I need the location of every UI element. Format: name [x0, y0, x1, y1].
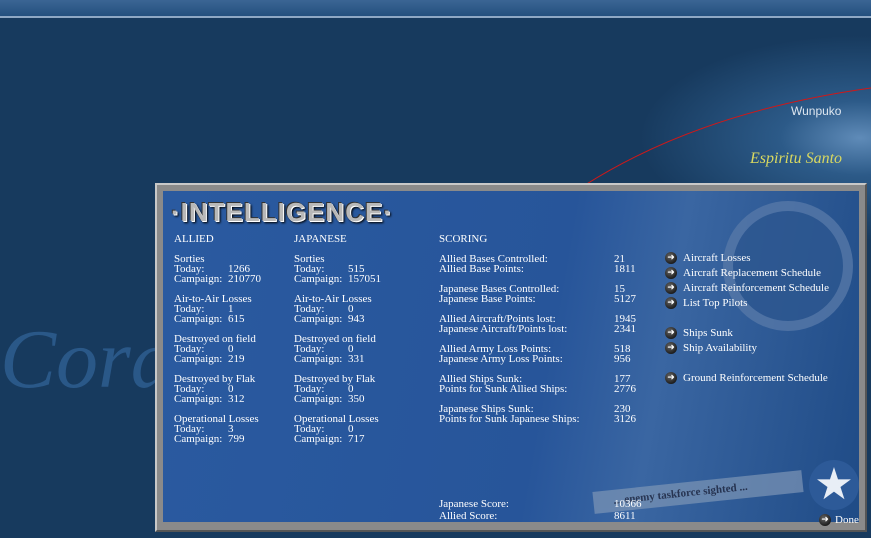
link-label: List Top Pilots: [683, 297, 748, 309]
map-label-wunpuko: Wunpuko: [791, 104, 842, 118]
japanese-campaign-value: 350: [348, 393, 365, 405]
done-button[interactable]: ➜ Done: [819, 514, 859, 526]
done-label: Done: [835, 514, 859, 526]
japanese-campaign-value: 331: [348, 353, 365, 365]
japanese-header: JAPANESE: [294, 233, 347, 245]
campaign-label: Campaign:: [174, 433, 223, 445]
japanese-campaign-value: 717: [348, 433, 365, 445]
score-value: 5127: [614, 293, 636, 305]
arrow-right-icon: ➜: [665, 267, 677, 279]
map-label-espiritu-santo: Espiritu Santo: [750, 150, 843, 167]
link-label: Ship Availability: [683, 342, 758, 354]
allied-campaign-value: 312: [228, 393, 245, 405]
campaign-label: Campaign:: [294, 273, 343, 285]
campaign-label: Campaign:: [294, 433, 343, 445]
japanese-score-label: Japanese Score:: [439, 498, 509, 510]
link-aircraft-losses[interactable]: ➜ Aircraft Losses: [665, 252, 751, 264]
intelligence-panel: ... enemy taskforce sighted ... ·INTELLI…: [155, 183, 867, 532]
link-ships-sunk[interactable]: ➜ Ships Sunk: [665, 327, 733, 339]
score-label: Points for Sunk Japanese Ships:: [439, 413, 580, 425]
score-value: 956: [614, 353, 631, 365]
allied-score-label: Allied Score:: [439, 510, 498, 522]
arrow-right-icon: ➜: [819, 514, 831, 526]
score-value: 2341: [614, 323, 636, 335]
allied-campaign-value: 219: [228, 353, 245, 365]
score-label: Japanese Base Points:: [439, 293, 536, 305]
score-label: Japanese Aircraft/Points lost:: [439, 323, 568, 335]
link-aircraft-replacement-schedule[interactable]: ➜ Aircraft Replacement Schedule: [665, 267, 821, 279]
campaign-label: Campaign:: [174, 393, 223, 405]
score-value: 2776: [614, 383, 636, 395]
score-value: 3126: [614, 413, 636, 425]
link-label: Aircraft Reinforcement Schedule: [683, 282, 829, 294]
score-label: Japanese Army Loss Points:: [439, 353, 563, 365]
allied-score-value: 8611: [614, 510, 636, 522]
compass-decoration: [723, 201, 853, 331]
campaign-label: Campaign:: [174, 313, 223, 325]
allied-header: ALLIED: [174, 233, 214, 245]
link-list-top-pilots[interactable]: ➜ List Top Pilots: [665, 297, 747, 309]
arrow-right-icon: ➜: [665, 297, 677, 309]
link-label: Aircraft Replacement Schedule: [683, 267, 822, 279]
panel-title: ·INTELLIGENCE·: [171, 197, 393, 227]
star-icon: ★: [809, 460, 859, 510]
link-ground-reinforcement-schedule[interactable]: ➜ Ground Reinforcement Schedule: [665, 372, 828, 384]
arrow-right-icon: ➜: [665, 252, 677, 264]
scoring-header: SCORING: [439, 233, 488, 245]
arrow-right-icon: ➜: [665, 327, 677, 339]
allied-campaign-value: 210770: [228, 273, 261, 285]
allied-campaign-value: 799: [228, 433, 245, 445]
campaign-label: Campaign:: [294, 313, 343, 325]
link-label: Ships Sunk: [683, 327, 733, 339]
japanese-score-value: 10366: [614, 498, 642, 510]
arrow-right-icon: ➜: [665, 342, 677, 354]
score-value: 1811: [614, 263, 636, 275]
link-ship-availability[interactable]: ➜ Ship Availability: [665, 342, 757, 354]
allied-campaign-value: 615: [228, 313, 245, 325]
panel-content: ... enemy taskforce sighted ... ·INTELLI…: [163, 191, 859, 526]
japanese-campaign-value: 943: [348, 313, 365, 325]
japanese-campaign-value: 157051: [348, 273, 381, 285]
score-label: Points for Sunk Allied Ships:: [439, 383, 568, 395]
link-label: Aircraft Losses: [683, 252, 751, 264]
arrow-right-icon: ➜: [665, 372, 677, 384]
campaign-label: Campaign:: [174, 273, 223, 285]
link-aircraft-reinforcement-schedule[interactable]: ➜ Aircraft Reinforcement Schedule: [665, 282, 829, 294]
link-label: Ground Reinforcement Schedule: [683, 372, 828, 384]
campaign-label: Campaign:: [294, 393, 343, 405]
arrow-right-icon: ➜: [665, 282, 677, 294]
score-label: Allied Base Points:: [439, 263, 524, 275]
campaign-label: Campaign:: [294, 353, 343, 365]
campaign-label: Campaign:: [174, 353, 223, 365]
